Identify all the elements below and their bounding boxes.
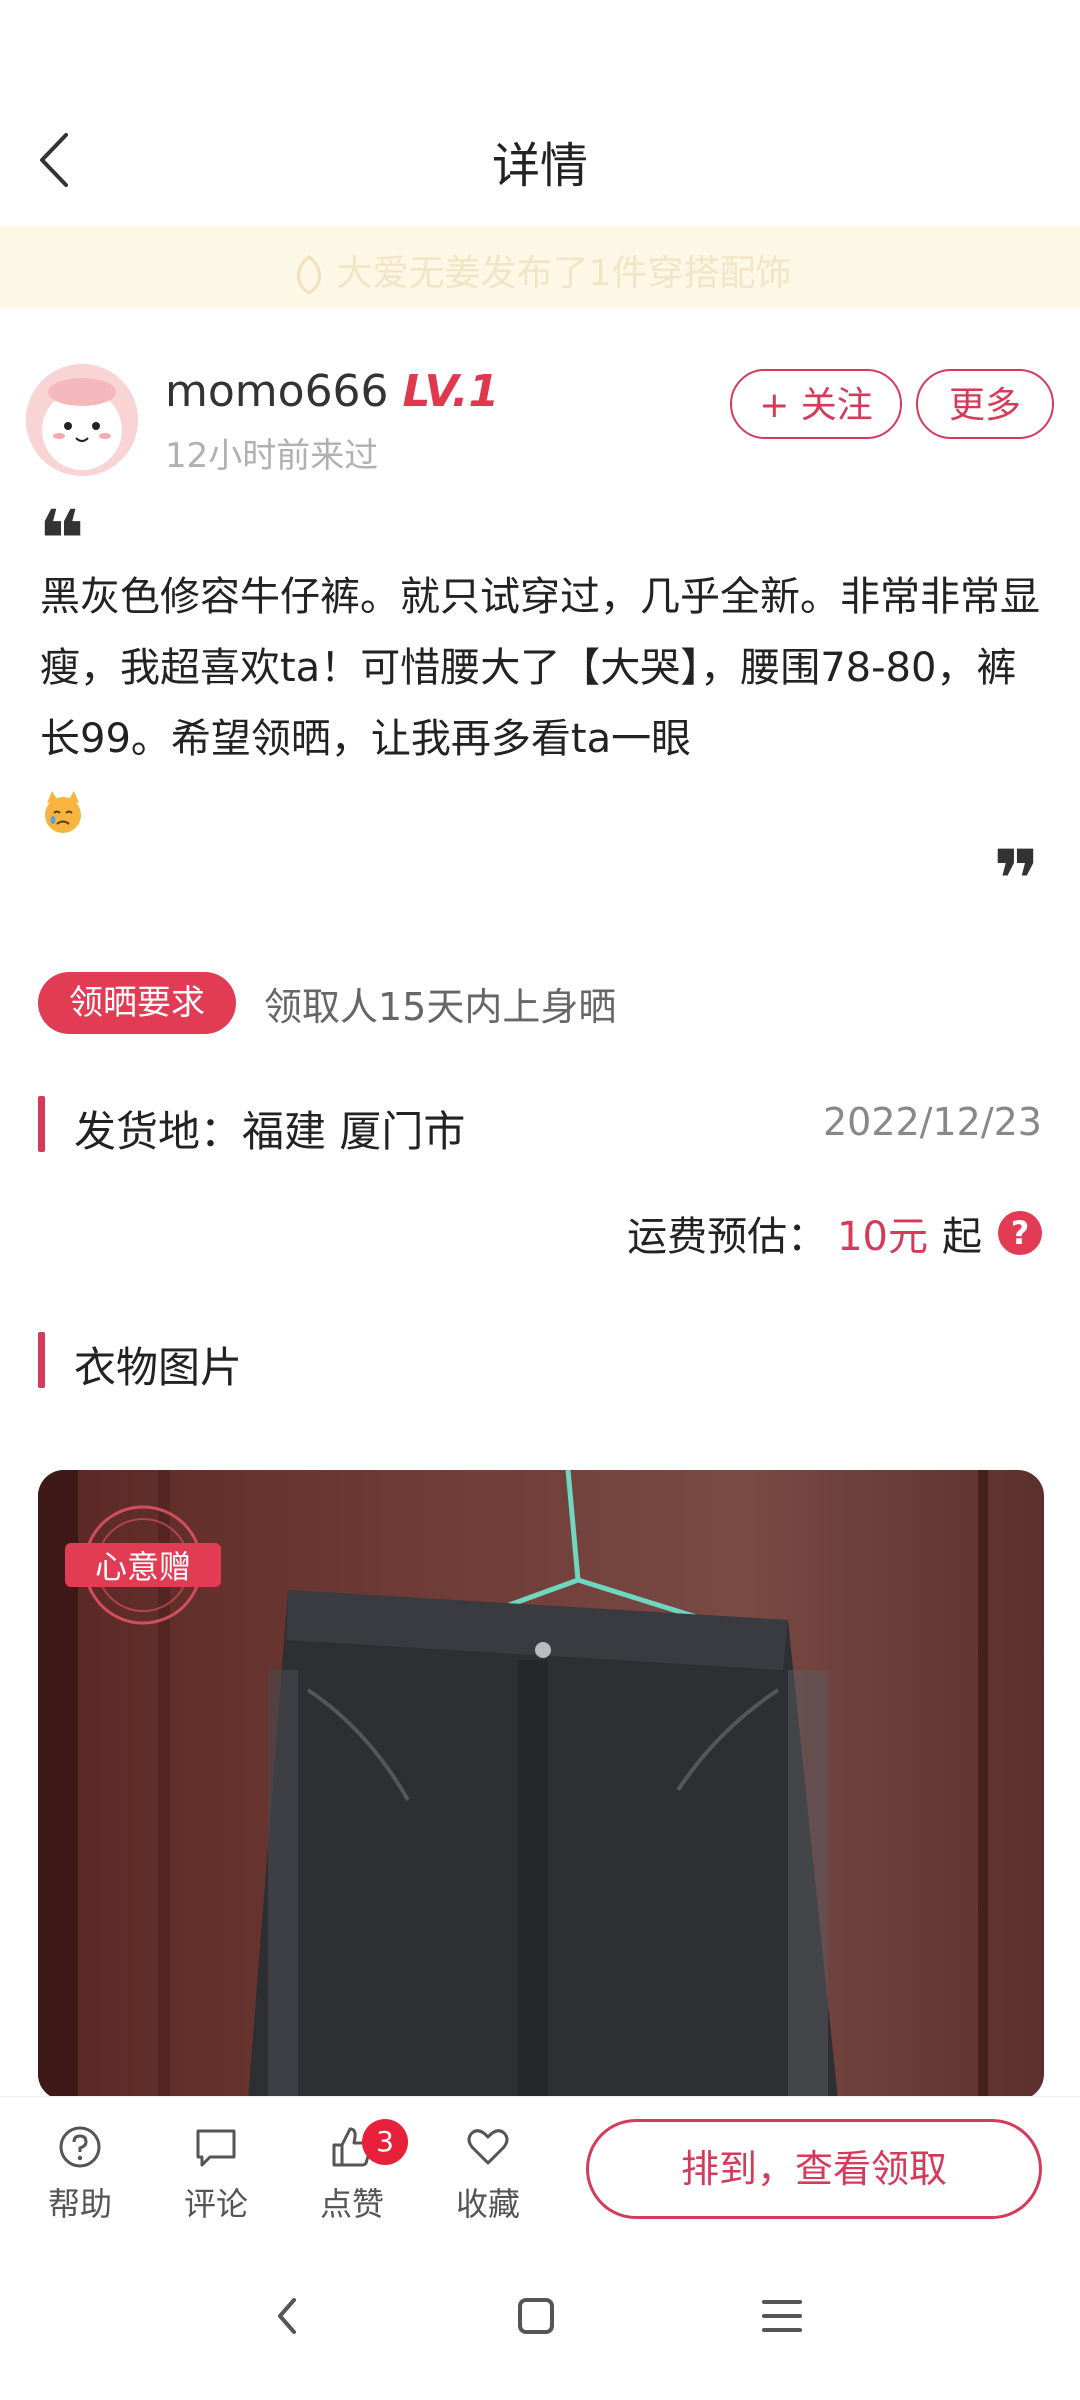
stamp-text: 心意赠 — [95, 1549, 191, 1585]
fee-value: 10元 — [837, 1214, 928, 1260]
requirement-badge: 领晒要求 — [38, 972, 236, 1034]
photos-section-title: 衣物图片 — [74, 1343, 243, 1392]
nav-menu-button[interactable] — [752, 2286, 812, 2346]
shipping-fee-row: 运费预估： 10元 起 ? — [627, 1204, 1042, 1262]
bottom-action-bar: 帮助 评论 3 点赞 收藏 排到，查看领取 — [0, 2096, 1080, 2247]
help-tab[interactable]: 帮助 — [30, 2123, 130, 2225]
nav-back-icon — [278, 2298, 296, 2334]
section-accent-bar — [38, 1096, 45, 1152]
claim-button[interactable]: 排到，查看领取 — [586, 2119, 1042, 2219]
top-app-bar: 详情 — [0, 100, 1080, 220]
last-seen-text: 12小时前来过 — [165, 436, 379, 476]
favorite-label: 收藏 — [455, 2185, 520, 2223]
nav-home-button[interactable] — [506, 2286, 566, 2346]
fee-suffix: 起 — [942, 1214, 982, 1260]
heart-icon — [467, 2129, 509, 2165]
page-title: 详情 — [491, 138, 588, 194]
nav-back-button[interactable] — [258, 2286, 318, 2346]
banner-text: 大爱无姜发布了1件穿搭配饰 — [336, 253, 792, 294]
avatar[interactable] — [26, 364, 138, 476]
ship-from-label: 发货地：福建 厦门市 — [74, 1107, 466, 1156]
post-date: 2022/12/23 — [822, 1100, 1042, 1144]
comment-icon — [196, 2129, 236, 2167]
leaf-icon — [296, 255, 321, 295]
like-tab[interactable]: 3 点赞 — [302, 2119, 408, 2225]
avatar-image — [26, 364, 138, 476]
comment-label: 评论 — [183, 2185, 248, 2223]
like-count-badge: 3 — [362, 2119, 408, 2165]
help-label: 帮助 — [47, 2185, 112, 2223]
username[interactable]: momo666 LV.1 — [165, 366, 499, 417]
jeans-photo-image: 心意赠 — [38, 1470, 1044, 2100]
follow-button[interactable]: + 关注 — [730, 369, 902, 439]
level-badge: LV.1 — [402, 366, 500, 417]
section-accent-bar — [38, 1332, 45, 1388]
description-text: 黑灰色修容牛仔裤。就只试穿过，几乎全新。非常非常显瘦，我超喜欢ta！可惜腰大了【… — [40, 574, 1040, 762]
question-circle-icon[interactable]: ? — [998, 1211, 1042, 1255]
system-navigation-bar — [0, 2246, 1080, 2400]
publish-banner[interactable]: 大爱无姜发布了1件穿搭配饰 — [0, 226, 1080, 308]
item-photo[interactable]: 心意赠 — [38, 1470, 1044, 2100]
item-description: 黑灰色修容牛仔裤。就只试穿过，几乎全新。非常非常显瘦，我超喜欢ta！可惜腰大了【… — [40, 562, 1040, 846]
crying-cat-emoji-icon — [45, 791, 81, 833]
more-button[interactable]: 更多 — [916, 369, 1054, 439]
requirement-text: 领取人15天内上身晒 — [264, 985, 617, 1029]
username-text: momo666 — [165, 366, 389, 417]
nav-menu-icon — [762, 2300, 802, 2332]
help-circle-icon — [59, 2126, 101, 2168]
comment-tab[interactable]: 评论 — [166, 2123, 266, 2225]
like-label: 点赞 — [319, 2185, 384, 2223]
fee-label: 运费预估： — [627, 1214, 828, 1260]
nav-home-icon — [518, 2298, 554, 2334]
close-quote-icon: ❞ — [993, 833, 1040, 926]
favorite-tab[interactable]: 收藏 — [438, 2123, 538, 2225]
